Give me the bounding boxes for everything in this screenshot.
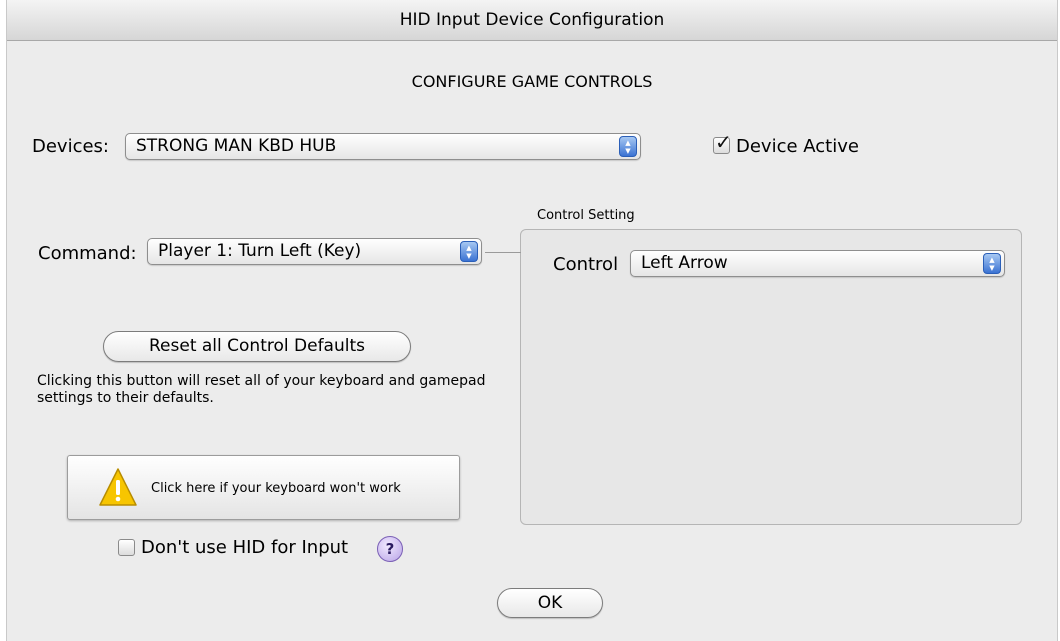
devices-popup[interactable]: STRONG MAN KBD HUB ▲ ▼ [125, 133, 641, 160]
control-popup[interactable]: Left Arrow ▲ ▼ [630, 250, 1005, 277]
popup-arrows-icon: ▲ ▼ [619, 136, 637, 157]
dont-use-hid-label: Don't use HID for Input [141, 537, 349, 558]
ok-button[interactable]: OK [497, 588, 603, 618]
keyboard-help-button[interactable]: Click here if your keyboard won't work [67, 455, 460, 520]
dont-use-hid-checkbox[interactable] [118, 539, 135, 556]
devices-selected-value: STRONG MAN KBD HUB [136, 136, 337, 156]
command-selected-value: Player 1: Turn Left (Key) [158, 241, 362, 261]
reset-defaults-button[interactable]: Reset all Control Defaults [103, 331, 411, 362]
device-active-label: Device Active [736, 136, 859, 157]
device-active-checkbox[interactable]: ✓ [713, 130, 732, 154]
window-title: HID Input Device Configuration [7, 0, 1057, 41]
hid-config-window: HID Input Device Configuration CONFIGURE… [6, 0, 1058, 641]
control-selected-value: Left Arrow [641, 253, 728, 273]
control-setting-title: Control Setting [537, 208, 635, 223]
help-button[interactable]: ? [377, 536, 403, 562]
popup-arrows-icon: ▲ ▼ [460, 241, 478, 262]
reset-note: Clicking this button will reset all of y… [37, 373, 486, 406]
popup-arrows-icon: ▲ ▼ [983, 253, 1001, 274]
devices-label: Devices: [32, 136, 110, 157]
command-popup[interactable]: Player 1: Turn Left (Key) ▲ ▼ [147, 238, 482, 265]
warning-triangle-icon [99, 468, 137, 506]
keyboard-help-label: Click here if your keyboard won't work [151, 481, 401, 496]
control-label: Control [553, 254, 619, 275]
group-connector-line [485, 252, 521, 253]
page-heading: CONFIGURE GAME CONTROLS [411, 72, 653, 91]
command-label: Command: [38, 243, 137, 264]
checkmark-icon: ✓ [715, 130, 732, 154]
